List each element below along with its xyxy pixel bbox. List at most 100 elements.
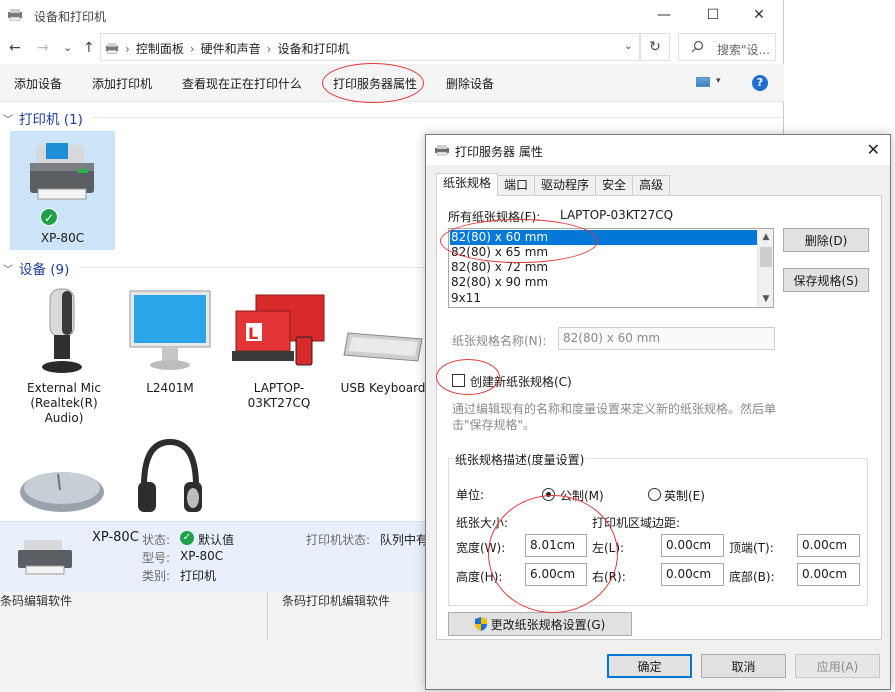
address-bar[interactable]: › 控制面板 › 硬件和声音 › 设备和打印机 ⌄ [100,33,640,61]
add-device-button[interactable]: 添加设备 [14,75,62,92]
device-external-mic[interactable]: External Mic (Realtek(R) Audio) [14,283,114,428]
help-icon[interactable]: ? [752,75,768,91]
minimize-button[interactable]: — [641,0,687,30]
save-form-button[interactable]: 保存规格(S) [783,268,869,292]
details-device-name: XP-80C [92,530,139,545]
tab-drivers[interactable]: 驱动程序 [534,175,597,195]
top-margin-field[interactable]: 0.00cm [797,534,860,557]
dialog-close-button[interactable]: ✕ [867,140,880,159]
see-printing-button[interactable]: 查看现在正在打印什么 [182,75,302,92]
bottom-margin-field[interactable]: 0.00cm [797,563,860,586]
headphones-icon[interactable] [136,436,204,520]
svg-text:L: L [248,324,258,343]
device-name: External Mic (Realtek(R) Audio) [27,381,101,425]
print-server-properties-button[interactable]: 打印服务器属性 [333,75,417,92]
forms-list[interactable]: 82(80) x 60 mm 82(80) x 65 mm 82(80) x 7… [448,228,774,308]
maximize-button[interactable]: ☐ [690,0,736,30]
form-list-item[interactable]: 9x11 [450,291,758,306]
view-options-dropdown-icon[interactable]: ▾ [716,76,721,86]
model-value: XP-80C [180,549,224,563]
change-form-settings-button[interactable]: 更改纸张规格设置(G) [448,612,632,636]
devices-printers-icon [8,9,22,21]
breadcrumb-control-panel[interactable]: 控制面板 [136,40,184,57]
ok-button[interactable]: 确定 [607,654,692,678]
tab-security[interactable]: 安全 [595,175,634,195]
breadcrumb-devices-printers[interactable]: 设备和打印机 [277,40,349,57]
scrollbar-thumb[interactable] [760,247,772,267]
printers-section-title: 打印机 (1) [19,112,83,128]
device-usb-keyboard[interactable]: USB Keyboard [338,283,428,395]
form-description-group: 纸张规格描述(度量设置) 单位: 公制(M) 英制(E) 纸张大小: 打印机区域… [448,451,868,606]
form-name-field[interactable]: 82(80) x 60 mm [558,327,775,350]
printer-xp80c[interactable]: ✓ XP-80C [10,131,115,250]
left-margin-field[interactable]: 0.00cm [661,534,724,557]
width-label: 宽度(W): [456,541,506,555]
delete-form-button[interactable]: 删除(D) [783,228,869,252]
english-label[interactable]: 英制(E) [664,487,705,504]
metric-label[interactable]: 公制(M) [560,487,604,504]
up-arrow-icon[interactable]: ↑ [83,40,95,56]
tab-advanced[interactable]: 高级 [632,175,671,195]
hint-text: 通过编辑现有的名称和度量设置来定义新的纸张规格。然后单击"保存规格"。 [452,402,777,432]
recent-locations-icon[interactable]: ⌄ [63,41,72,54]
metric-radio[interactable] [542,488,555,501]
search-box[interactable]: 搜索"设... [678,33,776,61]
forward-arrow-icon[interactable]: → [37,40,49,56]
form-name-label: 纸张规格名称(N): [452,334,547,348]
right-margin-label: 右(R): [592,570,626,584]
form-list-item[interactable]: 82(80) x 65 mm [450,245,758,260]
remove-device-button[interactable]: 删除设备 [446,75,494,92]
scroll-down-arrow-icon[interactable]: ▼ [758,291,773,307]
tab-forms[interactable]: 纸张规格 [436,173,499,196]
printer-icon [18,540,72,575]
device-l2401m[interactable]: L2401M [120,283,220,395]
background-text-right: 条码打印机编辑软件 [282,594,391,608]
english-radio[interactable] [648,488,661,501]
tab-ports[interactable]: 端口 [497,175,536,195]
printers-section-header[interactable]: ﹀ 打印机 (1) [3,108,83,128]
microphone-icon [42,288,82,373]
breadcrumb-hardware-sound[interactable]: 硬件和声音 [201,40,261,57]
printer-status-value: 队列中有 [380,533,429,547]
form-description-title: 纸张规格描述(度量设置) [453,451,587,468]
breadcrumb-separator: › [266,41,272,56]
paper-size-label: 纸张大小: [456,516,509,530]
background-divider [267,590,268,640]
section-divider [92,117,782,118]
add-printer-button[interactable]: 添加打印机 [92,75,152,92]
right-margin-field[interactable]: 0.00cm [661,563,724,586]
category-value: 打印机 [180,569,217,583]
collapse-chevron-icon[interactable]: ﹀ [3,261,13,276]
form-list-item[interactable]: 82(80) x 60 mm [450,230,758,245]
address-row: ← → ⌄ ↑ › 控制面板 › 硬件和声音 › 设备和打印机 ⌄ ↻ 搜索"设… [0,32,784,64]
create-new-form-checkbox[interactable] [452,374,465,387]
keyboard-icon [343,332,423,362]
collapse-chevron-icon[interactable]: ﹀ [3,111,13,126]
form-list-item[interactable]: 82(80) x 72 mm [450,260,758,275]
status-label: 状态: [142,533,171,547]
mouse-icon[interactable] [18,466,106,514]
refresh-button[interactable]: ↻ [640,33,670,61]
back-arrow-icon[interactable]: ← [9,40,21,56]
left-margin-label: 左(L): [592,541,625,555]
change-view-icon[interactable] [696,77,710,87]
apply-button[interactable]: 应用(A) [795,654,880,678]
cancel-button[interactable]: 取消 [701,654,786,678]
status-value: 默认值 [198,533,235,547]
forms-list-scrollbar[interactable]: ▲ ▼ [757,229,773,307]
address-dropdown-icon[interactable]: ⌄ [624,39,633,52]
device-laptop[interactable]: L LAPTOP-03KT27CQ [226,283,332,413]
form-list-item[interactable]: 82(80) x 90 mm [450,275,758,290]
window-titlebar: 设备和打印机 — ☐ ✕ [0,0,784,30]
device-name: L2401M [146,381,194,395]
devices-section-header[interactable]: ﹀ 设备 (9) [3,258,69,278]
height-field[interactable]: 6.00cm [525,563,587,586]
width-field[interactable]: 8.01cm [525,534,587,557]
search-placeholder: 搜索"设... [717,43,770,57]
scroll-up-arrow-icon[interactable]: ▲ [758,229,773,245]
model-label: 型号: [142,551,171,565]
create-new-form-label[interactable]: 创建新纸张规格(C) [470,373,572,390]
close-button[interactable]: ✕ [736,0,782,30]
category-label: 类别: [142,569,171,583]
dialog-title: 打印服务器 属性 [455,145,543,159]
